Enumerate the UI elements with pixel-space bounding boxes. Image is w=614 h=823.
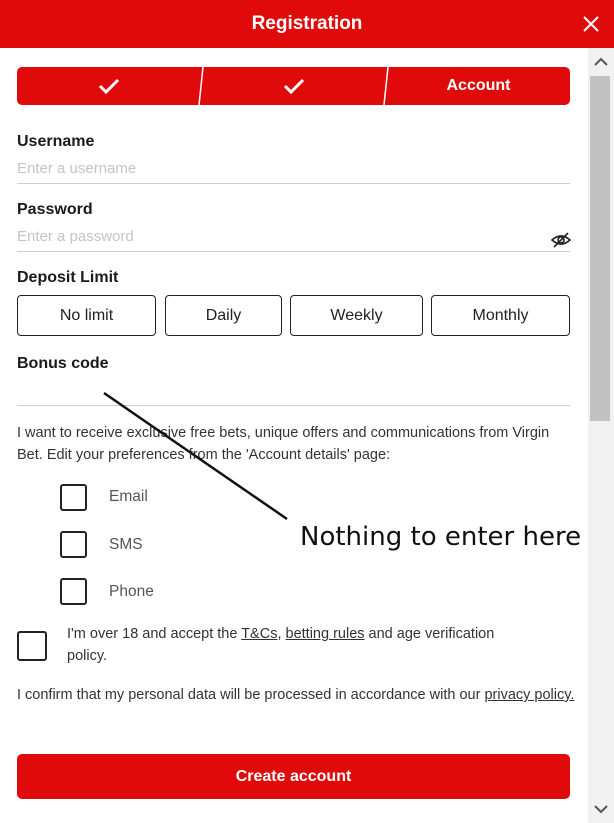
- marketing-consent-text: I want to receive exclusive free bets, u…: [17, 425, 550, 463]
- create-account-button[interactable]: Create account: [17, 754, 570, 799]
- username-label: Username: [17, 133, 95, 150]
- age-terms-checkbox[interactable]: [17, 631, 47, 661]
- phone-checkbox-label: Phone: [109, 583, 154, 600]
- password-label: Password: [17, 201, 93, 218]
- registration-form: Account Username Password Deposit Limit …: [0, 48, 588, 823]
- tcs-link[interactable]: T&Cs: [241, 626, 277, 642]
- eye-slash-icon[interactable]: [551, 231, 571, 249]
- scrollbar[interactable]: [588, 48, 614, 823]
- scrollbar-thumb[interactable]: [590, 76, 610, 421]
- sms-checkbox[interactable]: [60, 531, 87, 558]
- deposit-limit-label: Deposit Limit: [17, 269, 119, 286]
- privacy-policy-link[interactable]: privacy policy.: [484, 687, 574, 703]
- step-1-complete: [17, 67, 200, 105]
- checkmark-icon: [98, 78, 119, 95]
- password-input[interactable]: [17, 221, 570, 252]
- scroll-down-icon[interactable]: [588, 795, 614, 823]
- email-checkbox-label: Email: [109, 488, 148, 505]
- bonus-code-input[interactable]: [17, 375, 570, 406]
- checkmark-icon: [283, 78, 304, 95]
- username-input[interactable]: [17, 153, 570, 184]
- phone-checkbox[interactable]: [60, 578, 87, 605]
- step-3-label: Account: [446, 77, 511, 94]
- close-icon[interactable]: [578, 11, 604, 37]
- step-3-account: Account: [387, 67, 570, 105]
- page-title: Registration: [251, 13, 363, 34]
- age-terms-text-1: I'm over 18 and accept the: [67, 626, 242, 642]
- privacy-text: I confirm that my personal data will be …: [17, 684, 577, 706]
- step-2-complete: [202, 67, 385, 105]
- step-progress: Account: [17, 67, 570, 105]
- privacy-text-body: I confirm that my personal data will be …: [17, 687, 485, 703]
- deposit-daily-button[interactable]: Daily: [165, 295, 282, 336]
- age-terms-comma: ,: [277, 626, 286, 642]
- age-terms-text: I'm over 18 and accept the T&Cs, betting…: [67, 623, 497, 667]
- betting-rules-link[interactable]: betting rules: [286, 626, 365, 642]
- scroll-up-icon[interactable]: [588, 48, 614, 76]
- registration-header: Registration: [0, 0, 614, 48]
- annotation-note: Nothing to enter here: [300, 522, 582, 552]
- sms-checkbox-label: SMS: [109, 536, 143, 553]
- deposit-weekly-button[interactable]: Weekly: [290, 295, 423, 336]
- bonus-code-label: Bonus code: [17, 355, 109, 372]
- email-checkbox[interactable]: [60, 484, 87, 511]
- deposit-monthly-button[interactable]: Monthly: [431, 295, 570, 336]
- deposit-no-limit-button[interactable]: No limit: [17, 295, 156, 336]
